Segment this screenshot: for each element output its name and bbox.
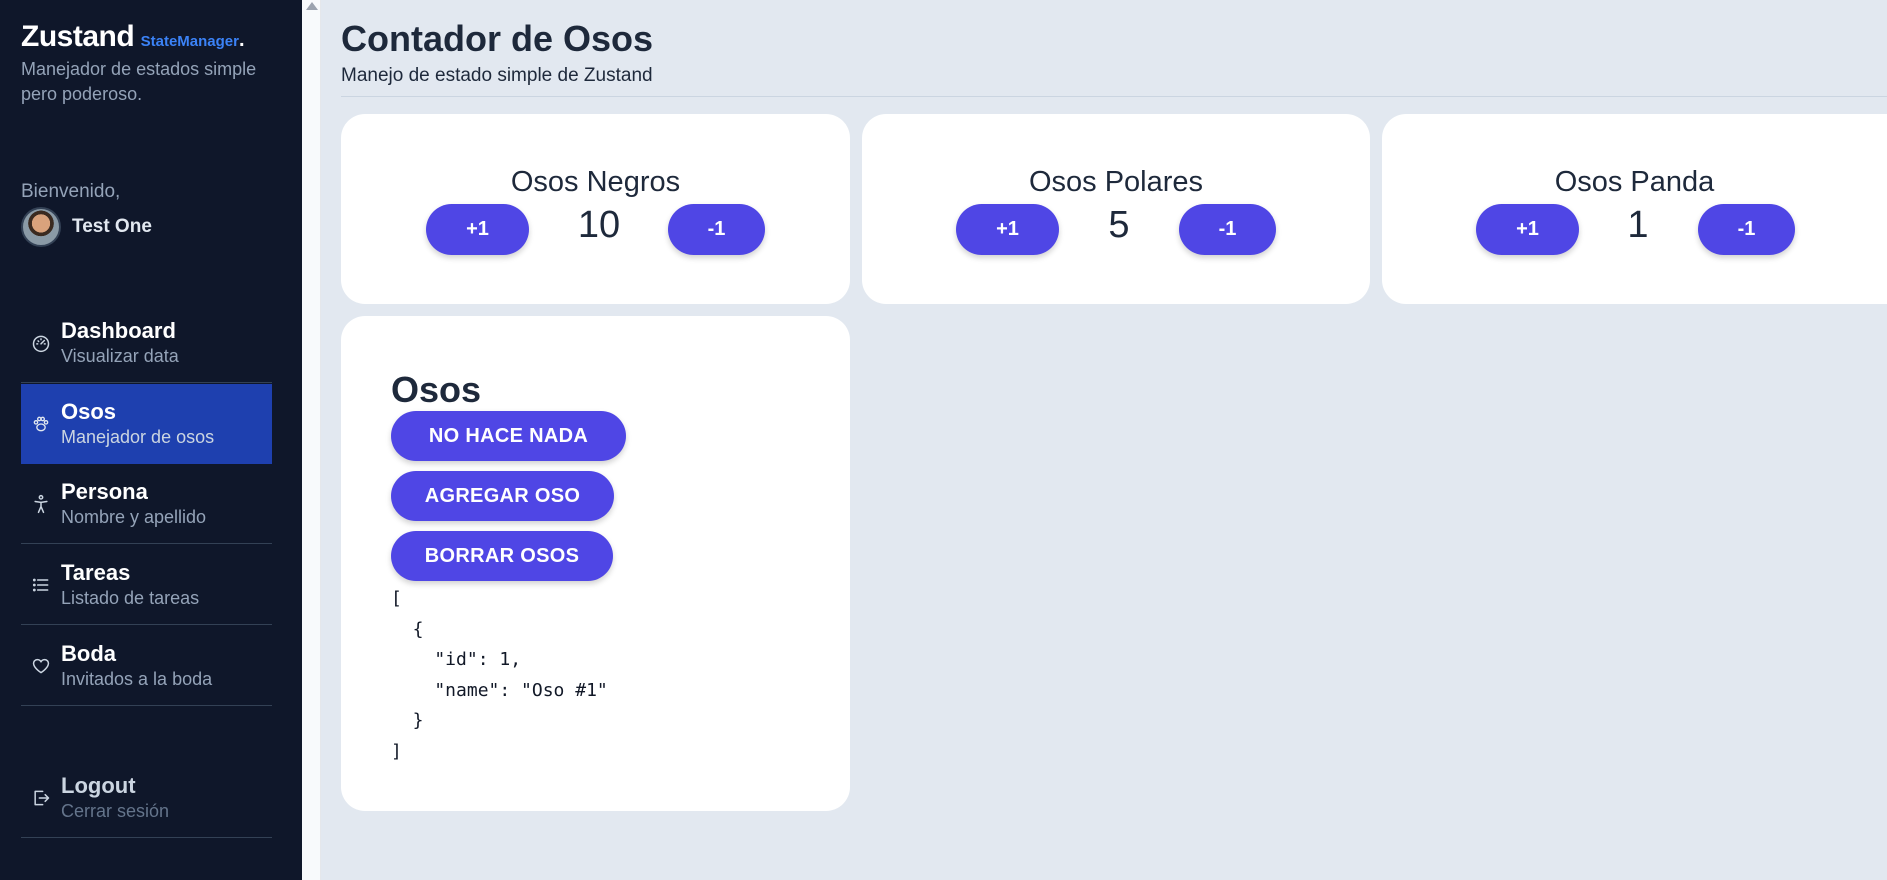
brand-description: Manejador de estados simple pero poderos… — [21, 59, 257, 104]
counter-value: 10 — [577, 204, 621, 246]
counter-card-negros: Osos Negros +1 10 -1 — [341, 114, 850, 304]
page-subtitle: Manejo de estado simple de Zustand — [341, 65, 653, 86]
counter-card-panda: Osos Panda +1 1 -1 — [1382, 114, 1887, 304]
list-icon — [21, 575, 61, 595]
sidebar-item-title: Tareas — [61, 559, 131, 585]
sidebar: Zustand StateManager. Manejador de estad… — [0, 0, 302, 880]
welcome-text: Bienvenido, — [21, 181, 121, 202]
counter-card-polares: Osos Polares +1 5 -1 — [862, 114, 1370, 304]
sidebar-item-osos[interactable]: Osos Manejador de osos — [21, 384, 272, 464]
sidebar-item-subtitle: Manejador de osos — [61, 427, 215, 447]
brand-title: Zustand — [21, 20, 135, 53]
sidebar-item-subtitle: Invitados a la boda — [61, 668, 213, 689]
logout-title: Logout — [61, 772, 136, 798]
sidebar-item-dashboard[interactable]: Dashboard Visualizar data — [21, 303, 272, 383]
scrollbar[interactable] — [302, 0, 321, 880]
heart-icon — [21, 656, 61, 676]
brand-subtitle: StateManager — [140, 33, 239, 50]
decrement-button[interactable]: -1 — [1179, 204, 1276, 255]
header-divider — [341, 96, 1887, 97]
sidebar-item-subtitle: Listado de tareas — [61, 587, 200, 608]
gauge-icon — [21, 333, 61, 353]
person-icon — [21, 494, 61, 514]
page-title: Contador de Osos — [341, 18, 654, 59]
sidebar-item-subtitle: Nombre y apellido — [61, 506, 207, 527]
brand-logo: Zustand StateManager. — [21, 20, 245, 54]
scroll-up-arrow-icon[interactable] — [306, 2, 318, 10]
counter-title: Osos Polares — [1028, 166, 1204, 198]
sidebar-item-title: Osos — [61, 399, 117, 424]
sidebar-item-persona[interactable]: Persona Nombre y apellido — [21, 464, 272, 544]
clear-bears-button[interactable]: BORRAR OSOS — [391, 531, 613, 581]
counter-value: 1 — [1627, 204, 1649, 246]
user-name: Test One — [72, 216, 152, 237]
brand-dot: . — [239, 29, 245, 51]
sidebar-item-subtitle: Visualizar data — [61, 345, 179, 366]
logout-icon — [21, 788, 61, 808]
sidebar-item-title: Boda — [61, 640, 116, 666]
sidebar-item-tareas[interactable]: Tareas Listado de tareas — [21, 545, 272, 625]
counter-title: Osos Negros — [510, 166, 681, 198]
avatar — [21, 207, 61, 247]
increment-button[interactable]: +1 — [1476, 204, 1579, 255]
increment-button[interactable]: +1 — [956, 204, 1059, 255]
logout-subtitle: Cerrar sesión — [61, 800, 170, 821]
do-nothing-button[interactable]: NO HACE NADA — [391, 411, 626, 461]
bears-json-output: [ { "id": 1, "name": "Oso #1" } ] — [391, 588, 608, 762]
sidebar-item-boda[interactable]: Boda Invitados a la boda — [21, 626, 272, 706]
counter-title: Osos Panda — [1554, 166, 1715, 198]
sidebar-item-logout[interactable]: Logout Cerrar sesión — [21, 758, 272, 838]
user-profile[interactable]: Test One — [21, 207, 152, 247]
bears-card-title: Osos — [391, 369, 482, 410]
bears-card: Osos NO HACE NADA AGREGAR OSO BORRAR OSO… — [341, 316, 850, 811]
sidebar-item-title: Persona — [61, 478, 148, 504]
add-bear-button[interactable]: AGREGAR OSO — [391, 471, 614, 521]
decrement-button[interactable]: -1 — [668, 204, 765, 255]
increment-button[interactable]: +1 — [426, 204, 529, 255]
paw-icon — [21, 414, 61, 434]
counter-value: 5 — [1108, 204, 1130, 246]
sidebar-item-title: Dashboard — [61, 317, 176, 343]
decrement-button[interactable]: -1 — [1698, 204, 1795, 255]
